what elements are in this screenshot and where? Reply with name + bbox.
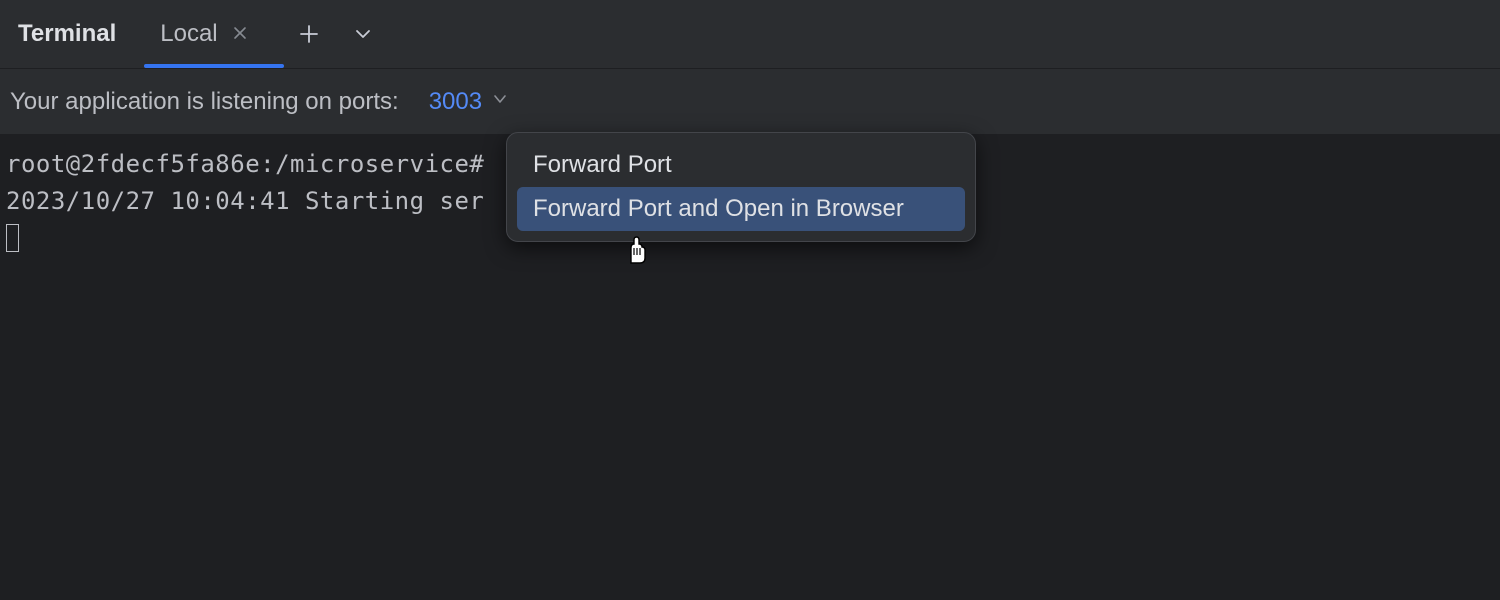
tab-active-indicator [144,64,283,68]
port-info-label: Your application is listening on ports: [10,88,399,116]
close-icon[interactable] [232,23,248,45]
tab-local[interactable]: Local [154,0,253,68]
port-value: 3003 [429,88,482,116]
tab-menu-button[interactable] [346,17,380,51]
terminal-topbar: Terminal Local [0,0,1500,68]
port-context-menu: Forward Port Forward Port and Open in Br… [506,132,976,242]
tab-label: Local [160,20,217,48]
port-dropdown[interactable]: 3003 [429,88,508,116]
menu-item-forward-open-browser[interactable]: Forward Port and Open in Browser [517,187,965,231]
chevron-down-icon [492,91,508,112]
panel-title: Terminal [18,20,116,48]
port-infobar: Your application is listening on ports: … [0,68,1500,134]
menu-item-forward-port[interactable]: Forward Port [517,143,965,187]
new-tab-button[interactable] [292,17,326,51]
terminal-cursor [6,224,19,252]
